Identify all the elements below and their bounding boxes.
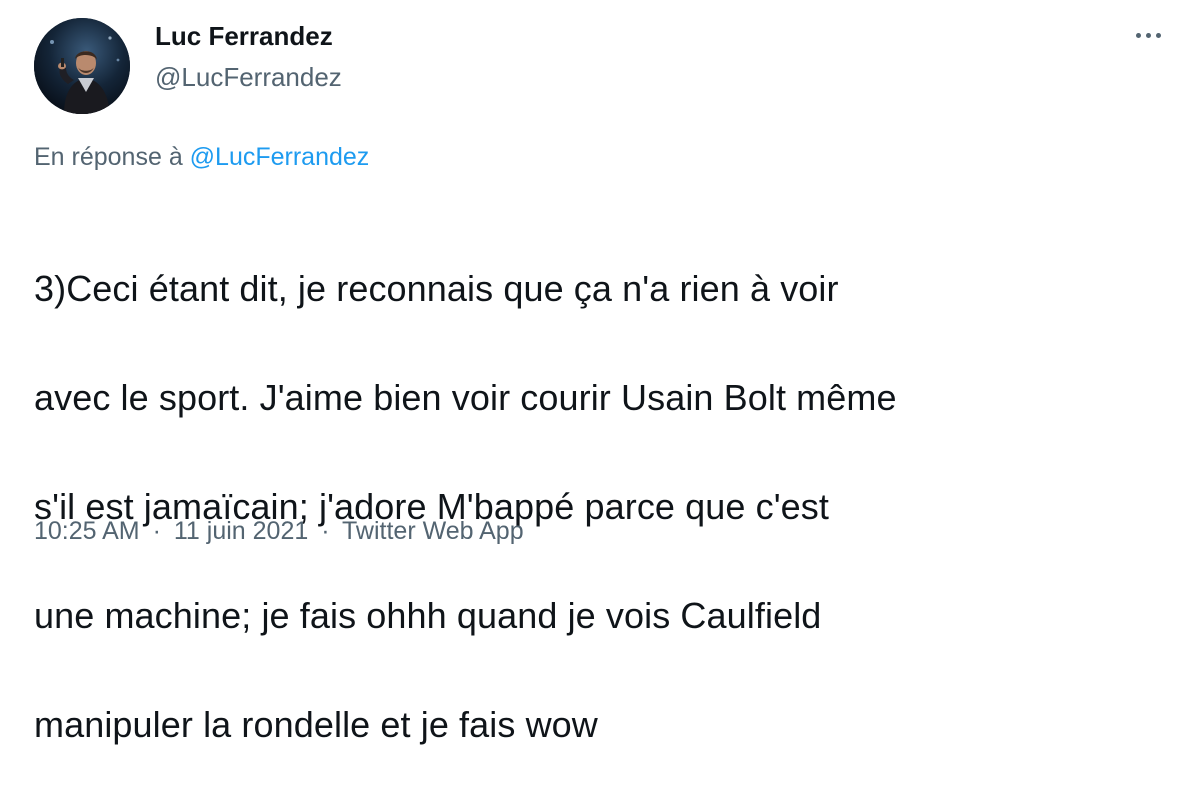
author-display-name[interactable]: Luc Ferrandez — [155, 21, 333, 52]
meta-separator: · — [321, 517, 330, 545]
avatar-image — [34, 18, 130, 114]
tweet-metadata: 10:25 AM · 11 juin 2021 · Twitter Web Ap… — [34, 517, 524, 546]
tweet-text-line: avec le sport. J'aime bien voir courir U… — [34, 376, 897, 418]
tweet-text: 3)Ceci étant dit, je reconnais que ça n'… — [34, 207, 1174, 807]
tweet-date-link[interactable]: 11 juin 2021 — [174, 517, 308, 545]
author-handle[interactable]: @LucFerrandez — [155, 62, 342, 93]
meta-separator: · — [152, 517, 161, 545]
reply-mention-link[interactable]: @LucFerrandez — [190, 143, 370, 171]
reply-context: En réponse à @LucFerrandez — [34, 143, 369, 172]
more-horizontal-icon — [1145, 32, 1151, 38]
reply-prefix: En réponse à — [34, 143, 183, 171]
tweet-time-link[interactable]: 10:25 AM — [34, 517, 140, 545]
more-horizontal-icon — [1155, 32, 1161, 38]
tweet-source-link[interactable]: Twitter Web App — [342, 517, 524, 545]
more-horizontal-icon — [1135, 32, 1141, 38]
tweet-text-line: manipuler la rondelle et je fais wow — [34, 703, 598, 745]
tweet-text-line: 3)Ceci étant dit, je reconnais que ça n'… — [34, 267, 839, 309]
tweet-card: Luc Ferrandez @LucFerrandez En réponse à… — [0, 0, 1198, 745]
more-options-button[interactable] — [1126, 20, 1170, 50]
avatar[interactable] — [34, 18, 130, 114]
tweet-text-line: une machine; je fais ohhh quand je vois … — [34, 594, 822, 636]
